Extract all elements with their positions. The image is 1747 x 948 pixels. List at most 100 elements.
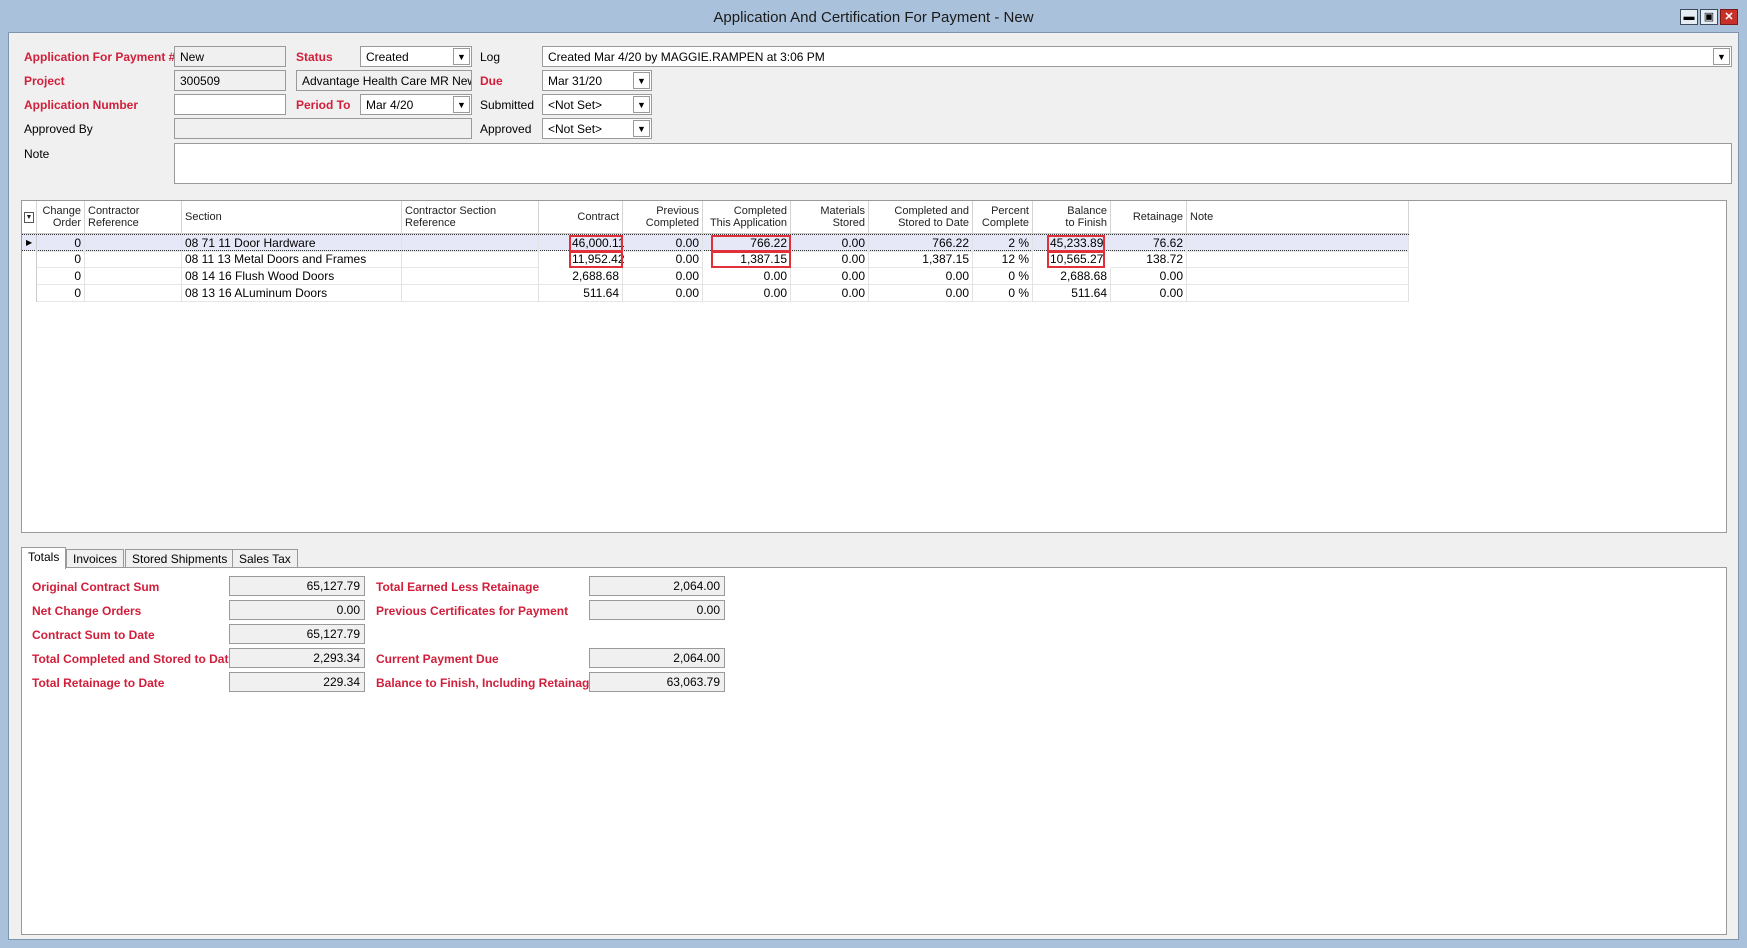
cell-note[interactable] (1187, 251, 1409, 268)
cell-change-order[interactable]: 0 (37, 251, 85, 268)
cell-section[interactable]: 08 14 16 Flush Wood Doors (182, 268, 402, 285)
cell-retainage[interactable]: 76.62 (1111, 235, 1187, 252)
cell-previous-completed[interactable]: 0.00 (623, 268, 703, 285)
restore-button[interactable]: ▣ (1700, 9, 1718, 25)
col-completed-and-stored[interactable]: Completed and Stored to Date (869, 201, 973, 234)
col-change-order[interactable]: Change Order (37, 201, 85, 234)
cell-balance-to-finish[interactable]: 511.64 (1033, 285, 1111, 302)
cell-note[interactable] (1187, 268, 1409, 285)
tab-totals[interactable]: Totals (21, 547, 67, 569)
cell-contractor-section-reference[interactable] (402, 251, 539, 268)
previous-certificates-label: Previous Certificates for Payment (376, 604, 569, 618)
tab-sales-tax[interactable]: Sales Tax (232, 549, 298, 568)
row-selector[interactable] (22, 285, 37, 302)
chevron-down-icon[interactable]: ▼ (453, 48, 470, 65)
application-for-payment-field[interactable]: New (174, 46, 286, 67)
cell-contractor-section-reference[interactable] (402, 285, 539, 302)
original-contract-sum-label: Original Contract Sum (32, 580, 160, 594)
cell-percent-complete[interactable]: 12 % (973, 251, 1033, 268)
col-contract[interactable]: Contract (539, 201, 623, 234)
col-note[interactable]: Note (1187, 201, 1409, 234)
cell-completed-this-application[interactable]: 0.00 (703, 268, 791, 285)
original-contract-sum-value: 65,127.79 (229, 576, 365, 596)
cell-change-order[interactable]: 0 (37, 235, 85, 252)
chevron-down-icon[interactable]: ▼ (1713, 48, 1730, 65)
column-chooser-icon[interactable]: ▼ (22, 201, 37, 234)
application-number-input[interactable] (174, 94, 286, 115)
chevron-down-icon[interactable]: ▼ (453, 96, 470, 113)
approved-picker[interactable]: <Not Set> ▼ (542, 118, 652, 139)
project-number-field[interactable]: 300509 (174, 70, 286, 91)
cell-contract[interactable]: 511.64 (539, 285, 623, 302)
cell-contractor-reference[interactable] (85, 251, 182, 268)
chevron-down-icon[interactable]: ▼ (633, 72, 650, 89)
cell-contract[interactable]: 11,952.42 (569, 251, 625, 268)
table-row[interactable]: 0 08 11 13 Metal Doors and Frames 11,952… (22, 251, 1409, 268)
cell-completed-this-application[interactable]: 1,387.15 (711, 251, 791, 268)
cell-contractor-reference[interactable] (85, 235, 182, 252)
cell-retainage[interactable]: 138.72 (1111, 251, 1187, 268)
cell-balance-to-finish[interactable]: 45,233.89 (1047, 235, 1105, 252)
cell-previous-completed[interactable]: 0.00 (623, 235, 703, 252)
cell-retainage[interactable]: 0.00 (1111, 268, 1187, 285)
table-row[interactable]: 0 08 13 16 ALuminum Doors 511.64 0.00 0.… (22, 285, 1409, 302)
col-retainage[interactable]: Retainage (1111, 201, 1187, 234)
cell-completed-this-application[interactable]: 0.00 (703, 285, 791, 302)
cell-materials-stored[interactable]: 0.00 (791, 235, 869, 252)
close-button[interactable]: ✕ (1720, 9, 1738, 25)
cell-note[interactable] (1187, 285, 1409, 302)
cell-section[interactable]: 08 71 11 Door Hardware (182, 235, 402, 252)
col-materials-stored[interactable]: Materials Stored (791, 201, 869, 234)
col-completed-this-application[interactable]: Completed This Application (703, 201, 791, 234)
col-section[interactable]: Section (182, 201, 402, 234)
col-contractor-section-reference[interactable]: Contractor Section Reference (402, 201, 539, 234)
cell-contract[interactable]: 46,000.11 (569, 235, 625, 252)
table-row[interactable]: ▶ 0 08 71 11 Door Hardware 46,000.11 0.0… (22, 234, 1409, 252)
note-label: Note (24, 147, 50, 161)
cell-percent-complete[interactable]: 0 % (973, 268, 1033, 285)
cell-materials-stored[interactable]: 0.00 (791, 251, 869, 268)
chevron-down-icon[interactable]: ▼ (633, 96, 650, 113)
cell-contractor-reference[interactable] (85, 268, 182, 285)
cell-section[interactable]: 08 13 16 ALuminum Doors (182, 285, 402, 302)
chevron-down-icon[interactable]: ▼ (633, 120, 650, 137)
log-combo[interactable]: Created Mar 4/20 by MAGGIE.RAMPEN at 3:0… (542, 46, 1732, 67)
cell-completed-and-stored[interactable]: 0.00 (869, 285, 973, 302)
note-textarea[interactable] (174, 143, 1732, 184)
col-contractor-reference[interactable]: Contractor Reference (85, 201, 182, 234)
due-date-picker[interactable]: Mar 31/20 ▼ (542, 70, 652, 91)
cell-change-order[interactable]: 0 (37, 285, 85, 302)
cell-completed-and-stored[interactable]: 766.22 (869, 235, 973, 252)
submitted-picker[interactable]: <Not Set> ▼ (542, 94, 652, 115)
cell-section[interactable]: 08 11 13 Metal Doors and Frames (182, 251, 402, 268)
tab-stored-shipments[interactable]: Stored Shipments (125, 549, 235, 568)
cell-completed-and-stored[interactable]: 0.00 (869, 268, 973, 285)
minimize-button[interactable]: ▬ (1680, 9, 1698, 25)
cell-materials-stored[interactable]: 0.00 (791, 268, 869, 285)
cell-previous-completed[interactable]: 0.00 (623, 285, 703, 302)
row-selector[interactable] (22, 251, 37, 268)
col-balance-to-finish[interactable]: Balance to Finish (1033, 201, 1111, 234)
cell-change-order[interactable]: 0 (37, 268, 85, 285)
cell-percent-complete[interactable]: 2 % (973, 235, 1033, 252)
cell-note[interactable] (1187, 235, 1409, 252)
cell-contractor-reference[interactable] (85, 285, 182, 302)
tab-invoices[interactable]: Invoices (66, 549, 125, 568)
col-percent-complete[interactable]: Percent Complete (973, 201, 1033, 234)
cell-contractor-section-reference[interactable] (402, 268, 539, 285)
cell-contract[interactable]: 2,688.68 (539, 268, 623, 285)
cell-retainage[interactable]: 0.00 (1111, 285, 1187, 302)
cell-contractor-section-reference[interactable] (402, 235, 539, 252)
period-to-picker[interactable]: Mar 4/20 ▼ (360, 94, 472, 115)
cell-balance-to-finish[interactable]: 10,565.27 (1047, 251, 1105, 268)
col-previous-completed[interactable]: Previous Completed (623, 201, 703, 234)
cell-previous-completed[interactable]: 0.00 (623, 251, 703, 268)
table-row[interactable]: 0 08 14 16 Flush Wood Doors 2,688.68 0.0… (22, 268, 1409, 285)
cell-completed-this-application[interactable]: 766.22 (711, 235, 791, 252)
cell-completed-and-stored[interactable]: 1,387.15 (869, 251, 973, 268)
cell-balance-to-finish[interactable]: 2,688.68 (1033, 268, 1111, 285)
status-combo[interactable]: Created ▼ (360, 46, 472, 67)
cell-percent-complete[interactable]: 0 % (973, 285, 1033, 302)
cell-materials-stored[interactable]: 0.00 (791, 285, 869, 302)
row-selector[interactable] (22, 268, 37, 285)
